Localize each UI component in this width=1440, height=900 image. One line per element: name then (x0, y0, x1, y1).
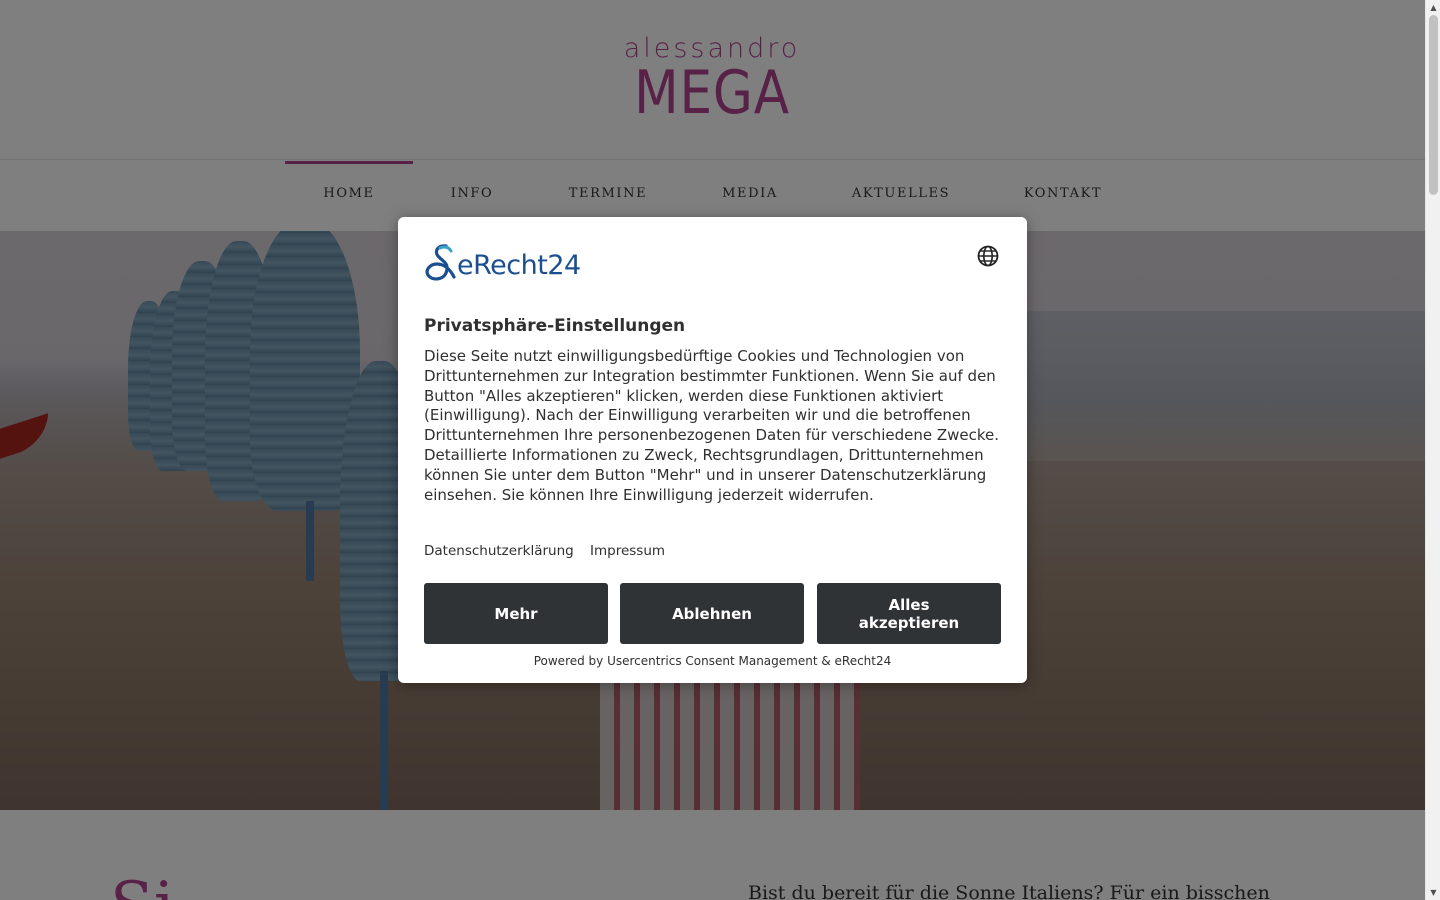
globe-icon-svg (977, 245, 999, 267)
erecht24-logo-text: eRecht24 (457, 250, 581, 281)
erecht24-mark-icon (425, 244, 456, 281)
consent-links: Datenschutzerklärung Impressum (424, 543, 677, 559)
imprint-link[interactable]: Impressum (590, 543, 665, 559)
consent-body-text: Diese Seite nutzt einwilligungsbedürftig… (424, 347, 1000, 504)
privacy-policy-link[interactable]: Datenschutzerklärung (424, 543, 574, 559)
page-scrollbar[interactable]: ▲ ▼ (1425, 0, 1440, 900)
scrollbar-thumb[interactable] (1429, 15, 1438, 195)
scroll-up-arrow-icon[interactable]: ▲ (1426, 0, 1440, 15)
powered-by-text: Powered by Usercentrics Consent Manageme… (533, 654, 892, 668)
accept-all-button[interactable]: Alles akzeptieren (817, 583, 1001, 644)
more-button[interactable]: Mehr (424, 583, 608, 644)
erecht24-logo: eRecht24 (424, 243, 604, 283)
consent-title: Privatsphäre-Einstellungen (424, 316, 686, 336)
decline-button[interactable]: Ablehnen (620, 583, 804, 644)
scroll-down-arrow-icon[interactable]: ▼ (1426, 885, 1440, 900)
consent-dialog: eRecht24 Privatsphäre-Einstellungen Dies… (398, 217, 1027, 683)
globe-icon[interactable] (976, 244, 1000, 268)
